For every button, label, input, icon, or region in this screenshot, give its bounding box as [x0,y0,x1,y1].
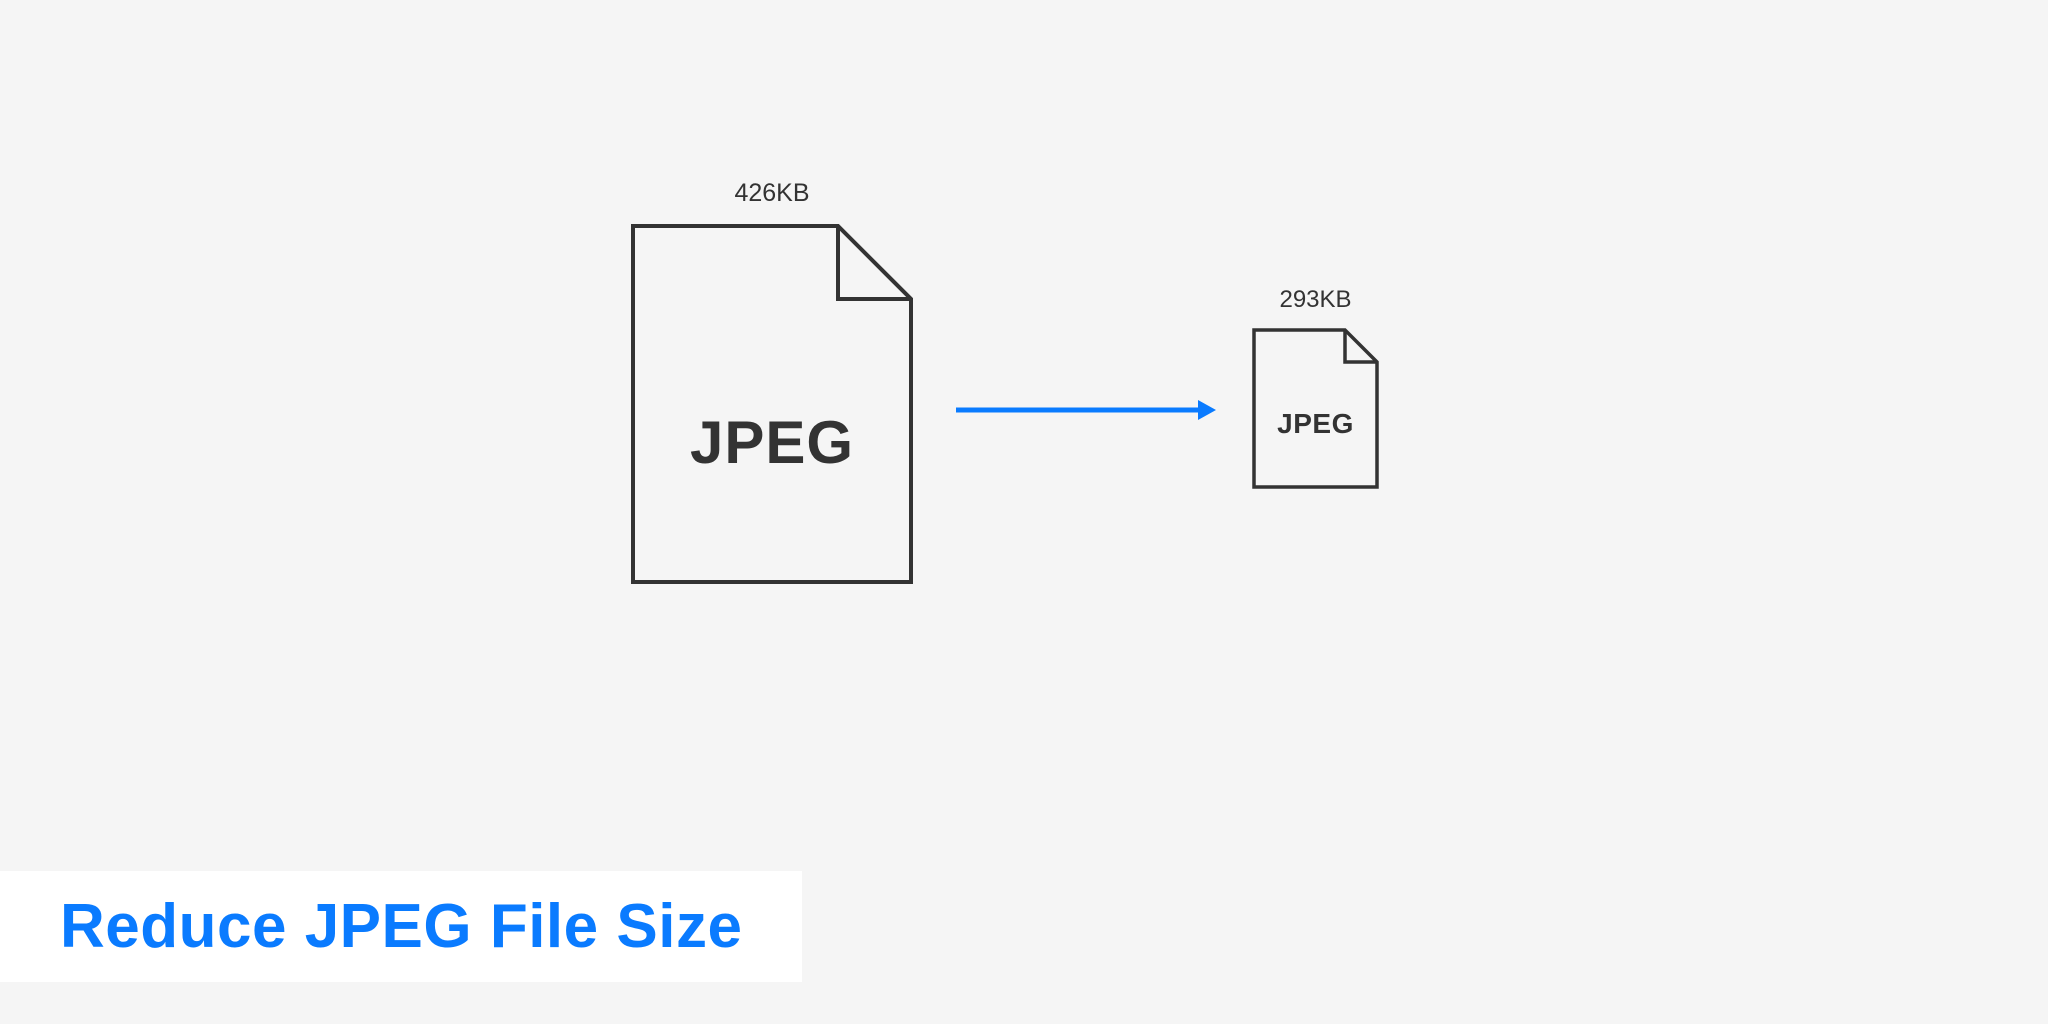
file-icon [630,223,914,585]
diagram-canvas: 426KB JPEG 293KB JPEG Reduce JPEG File S… [0,0,2048,1024]
arrow-icon [956,398,1218,422]
target-file-size: 293KB [1252,286,1379,314]
source-file: 426KB JPEG [630,223,914,585]
target-file-format: JPEG [1252,408,1379,440]
source-file-format: JPEG [630,408,914,477]
source-file-size: 426KB [630,179,914,208]
title-banner: Reduce JPEG File Size [0,871,802,982]
target-file: 293KB JPEG [1252,328,1379,489]
page-title: Reduce JPEG File Size [60,891,742,962]
